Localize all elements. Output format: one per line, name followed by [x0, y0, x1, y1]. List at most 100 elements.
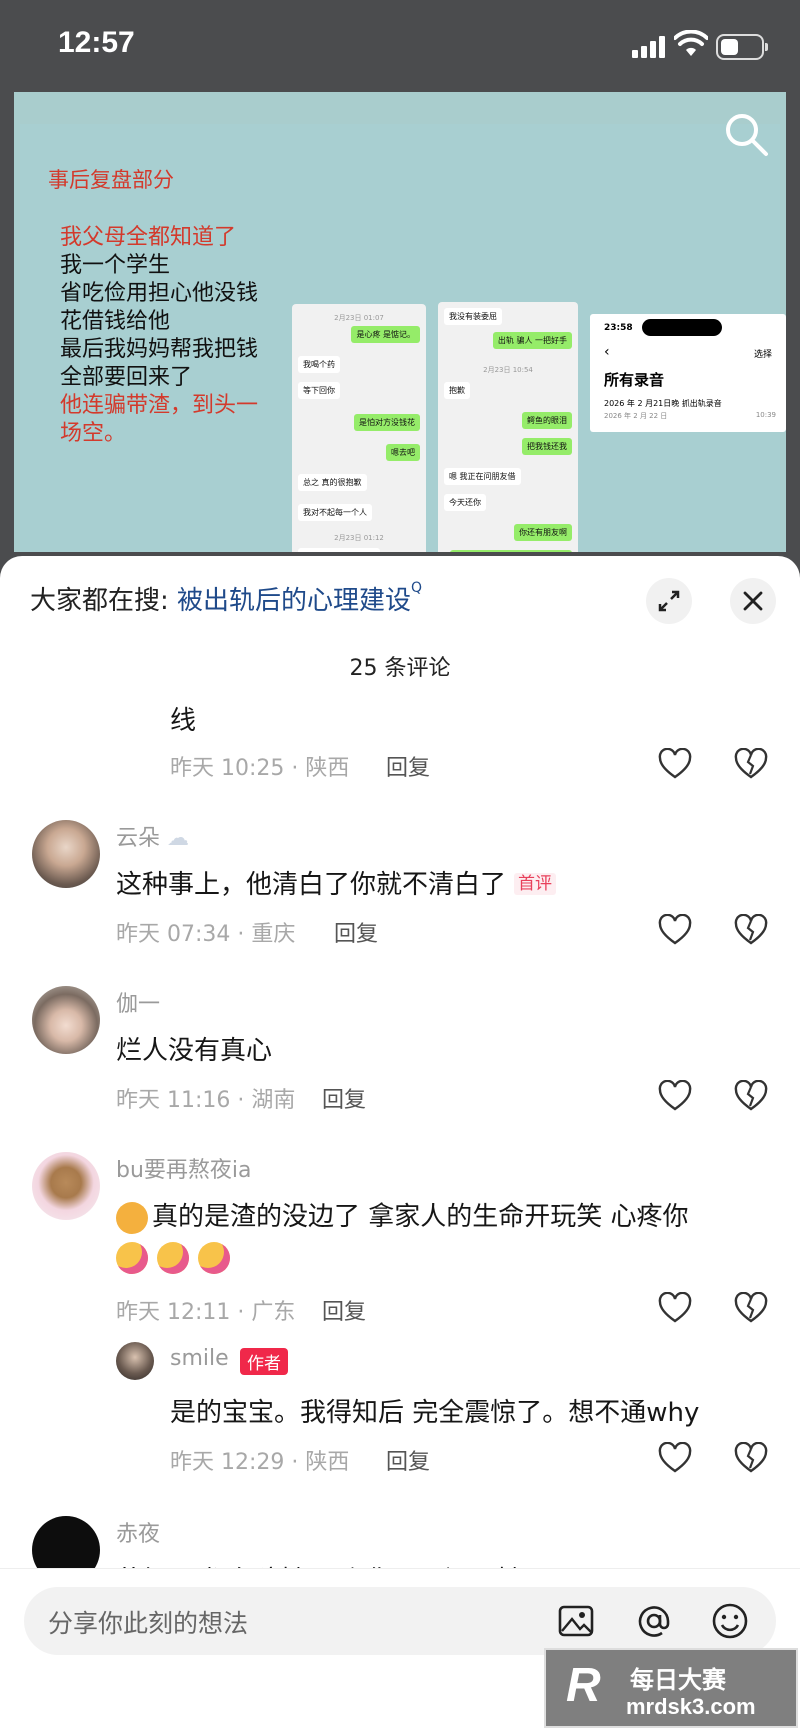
comment-meta: 昨天 11:16 · 湖南 [116, 1088, 296, 1113]
battery-level [721, 39, 739, 55]
heart-icon[interactable] [658, 1080, 692, 1112]
comment-meta: 昨天 07:34 · 重庆 [116, 922, 296, 947]
comment-meta: 昨天 12:11 · 广东 [116, 1300, 296, 1325]
at-mention-icon[interactable] [632, 1599, 676, 1643]
broken-heart-icon[interactable] [734, 1292, 768, 1324]
reply-button[interactable]: 回复 [386, 1444, 430, 1476]
username[interactable]: 赤夜 [116, 1516, 160, 1548]
search-icon[interactable] [722, 110, 770, 158]
signal-icon [632, 36, 666, 58]
comment-input[interactable]: 分享你此刻的想法 [24, 1587, 776, 1655]
story-text: 我父母全都知道了 我一个学生 省吃俭用担心他没钱 花借钱给他 最后我妈妈帮我把钱 全部要回… [60, 224, 258, 448]
watermark-title: 每日大赛 [630, 1666, 726, 1694]
username[interactable]: smile [170, 1346, 229, 1371]
emoji-row [116, 1242, 234, 1274]
close-icon [743, 591, 763, 611]
avatar[interactable] [32, 1152, 100, 1220]
comment-text: 线 [170, 706, 197, 736]
chat-bubble: 把我钱还我 [522, 438, 572, 455]
chat-bubble: 抱歉 [444, 382, 470, 399]
close-button[interactable] [730, 578, 776, 624]
expand-icon [658, 590, 680, 612]
rec-select: 选择 [753, 350, 772, 360]
cloud-icon: ☁ [167, 826, 190, 851]
rec-duration: 10:39 [755, 411, 776, 419]
story-line: 花借钱给他 [60, 309, 171, 334]
chat-bubble: 我没有装委屈 [444, 308, 502, 325]
author-badge: 作者 [240, 1348, 288, 1375]
chat-screenshot-1: 2月23日 01:07 是心疼 是惦记。 我喝个药 等下回你 是怕对方没钱花 嗯去吧 总之 … [292, 304, 426, 552]
expand-button[interactable] [646, 578, 692, 624]
chat-bubble: 你还有朋友啊 [514, 524, 572, 541]
recording-screenshot: 23:58 ‹ 选择 所有录音 2026 年 2 月21日晚 抓出轨录音 202… [590, 314, 786, 432]
story-line: 我一个学生 [60, 253, 171, 278]
broken-heart-icon[interactable] [734, 1080, 768, 1112]
story-line: 他连骗带渣，到头一 [60, 393, 259, 418]
trending-search[interactable]: 大家都在搜: 被出轨后的心理建设Q [30, 580, 422, 617]
comment-input-placeholder: 分享你此刻的想法 [48, 1609, 249, 1638]
reply-button[interactable]: 回复 [386, 750, 430, 782]
chat-bubble: 鳄鱼的眼泪 [522, 412, 572, 429]
trending-search-link[interactable]: 被出轨后的心理建设 [177, 586, 411, 616]
rec-time: 23:58 [604, 323, 633, 333]
post-image-content: 事后复盘部分 我父母全都知道了 我一个学生省吃俭用担心他没钱 花借钱给他最后我妈妈帮… [20, 124, 786, 552]
avatar[interactable] [32, 820, 100, 888]
comment-text: 烂人没有真心 [116, 1036, 273, 1066]
dynamic-island [642, 319, 722, 336]
trending-search-prefix: 大家都在搜: [30, 586, 169, 616]
username[interactable]: 云朵 ☁ [116, 820, 189, 852]
broken-heart-icon[interactable] [734, 748, 768, 780]
site-watermark: R 每日大赛 mrdsk3.com [544, 1648, 798, 1728]
chat-screenshot-2: 我没有装委屈 出轨 骗人 一把好手 2月23日 10:54 抱歉 鳄鱼的眼泪 把我钱还我嗯… [438, 302, 578, 552]
image-icon[interactable] [554, 1599, 598, 1643]
chat-bubble: 嗯 我正在问朋友借 [444, 468, 521, 485]
reply-button[interactable]: 回复 [322, 1294, 366, 1326]
chat-bubble: 总之 真的很抱歉 [298, 474, 367, 491]
post-image[interactable]: 事后复盘部分 我父母全都知道了 我一个学生省吃俭用担心他没钱 花借钱给他最后我妈妈帮… [14, 92, 786, 552]
reply-button[interactable]: 回复 [334, 916, 378, 948]
emoji-picker-icon[interactable] [708, 1599, 752, 1643]
comment-text: 真的是渣的没边了 拿家人的生命开玩笑 心疼你 [116, 1196, 689, 1234]
broken-heart-icon[interactable] [734, 1442, 768, 1474]
heart-icon[interactable] [658, 914, 692, 946]
comment-meta: 昨天 12:29 · 陕西 [170, 1450, 350, 1475]
chat-bubble: 我对不起每一个人 [298, 504, 372, 521]
comment-text: 这种事上，他清白了你就不清白了 首评 [116, 864, 557, 901]
heart-icon[interactable] [658, 1442, 692, 1474]
status-bar: 12:57 [0, 0, 800, 92]
watermark-logo: R [566, 1659, 601, 1712]
battery-icon [716, 34, 768, 60]
hugging-emoji-icon [157, 1242, 190, 1274]
chat-timestamp: 2月23日 01:12 [334, 534, 384, 542]
chat-bubble: 出轨 骗人 一把好手 [492, 332, 572, 349]
trending-search-icon: Q [411, 580, 423, 596]
chat-bubble: 你觉得他们不知道你是什么人吗 [450, 550, 572, 552]
heart-icon[interactable] [658, 1292, 692, 1324]
chat-bubble: 等下回你 [298, 382, 340, 399]
username[interactable]: bu要再熬夜ia [116, 1152, 252, 1184]
avatar[interactable] [116, 1342, 154, 1380]
chat-bubble: 今天还你 [444, 494, 486, 511]
heart-icon[interactable] [658, 748, 692, 780]
watermark-url: mrdsk3.com [626, 1694, 756, 1719]
comment-text: 是的宝宝。我得知后 完全震惊了。想不通why [170, 1398, 700, 1428]
recap-title: 事后复盘部分 [48, 168, 174, 192]
story-line: 场空。 [60, 421, 127, 446]
rec-item: 2026 年 2 月21日晚 抓出轨录音 [604, 399, 722, 408]
comment-sheet: 大家都在搜: 被出轨后的心理建设Q 25 条评论 线 昨天 10:25 · 陕西… [0, 556, 800, 1731]
rec-title: 所有录音 [604, 371, 665, 389]
rec-date: 2026 年 2 月 22 日 [604, 412, 668, 420]
reply-button[interactable]: 回复 [322, 1082, 366, 1114]
chat-bubble: 是怕对方没钱花 [354, 414, 420, 431]
story-line: 最后我妈妈帮我把钱 [60, 337, 259, 362]
username[interactable]: 伽一 [116, 986, 160, 1018]
story-line: 省吃俭用担心他没钱 [60, 281, 259, 306]
story-line: 我父母全都知道了 [60, 225, 237, 250]
emoji-icon [116, 1201, 148, 1234]
comment-meta: 昨天 10:25 · 陕西 [170, 756, 350, 781]
avatar[interactable] [32, 986, 100, 1054]
comment-count: 25 条评论 [349, 656, 451, 681]
hugging-emoji-icon [116, 1242, 148, 1274]
broken-heart-icon[interactable] [734, 914, 768, 946]
back-chevron-icon: ‹ [604, 344, 610, 360]
